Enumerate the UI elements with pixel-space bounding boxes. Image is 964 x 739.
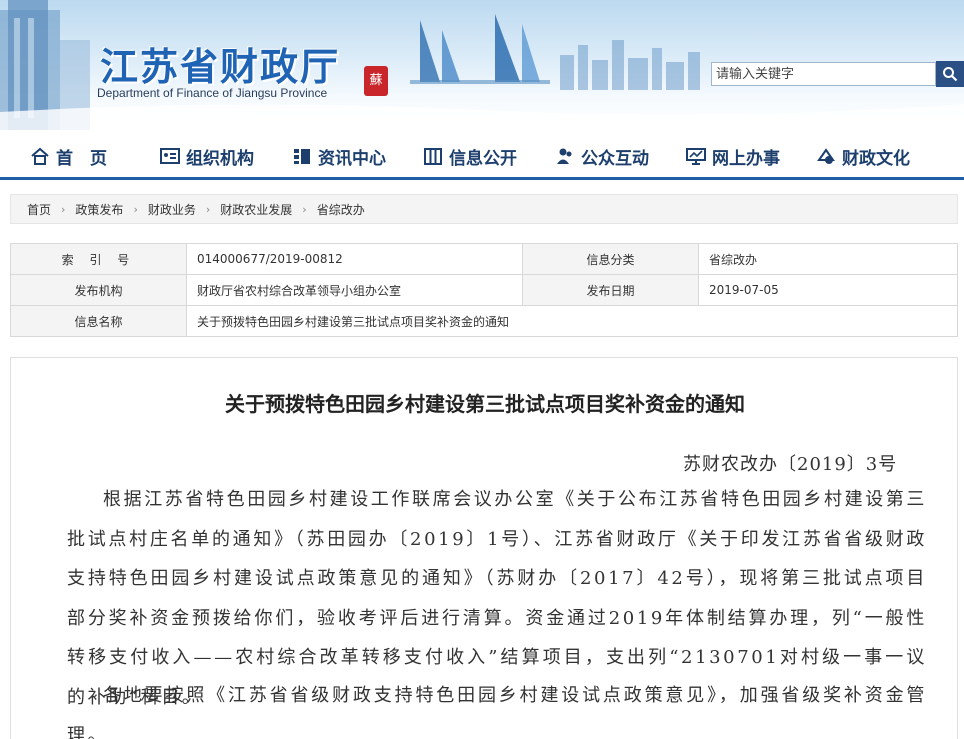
index-value: 014000677/2019-00812 [186, 243, 523, 275]
nav-item-news[interactable]: 资讯中心 [292, 144, 386, 169]
index-label: 索 引 号 [10, 243, 187, 275]
main-nav: 首 页 组织机构 资讯中心 信息公开 公众互动 网上办事 财政文化 [0, 130, 964, 180]
home-icon [31, 147, 49, 165]
nav-label: 公众互动 [581, 148, 649, 169]
monitor-icon [686, 148, 706, 165]
people-icon [557, 148, 572, 164]
chevron-right-icon: › [61, 202, 66, 216]
columns-icon [424, 148, 442, 165]
nav-label: 首 页 [56, 148, 107, 169]
nav-item-online-services[interactable]: 网上办事 [686, 144, 780, 169]
nav-label: 组织机构 [186, 148, 254, 169]
category-label: 信息分类 [522, 243, 699, 275]
chevron-right-icon: › [133, 202, 138, 216]
date-label: 发布日期 [522, 274, 699, 306]
search-button[interactable] [936, 61, 964, 87]
search-icon [943, 67, 958, 82]
breadcrumb: 首页 › 政策发布 › 财政业务 › 财政农业发展 › 省综改办 [10, 194, 958, 224]
document-info-table: 索 引 号 014000677/2019-00812 信息分类 省综改办 发布机… [10, 243, 958, 337]
nav-item-home[interactable]: 首 页 [30, 144, 107, 169]
site-banner: 江苏省财政厅 Department of Finance of Jiangsu … [0, 0, 964, 130]
breadcrumb-home[interactable]: 首页 [27, 201, 51, 218]
breadcrumb-finance-business[interactable]: 财政业务 [148, 201, 196, 218]
news-list-icon [294, 149, 310, 164]
name-value: 关于预拨特色田园乡村建设第三批试点项目奖补资金的通知 [186, 305, 958, 337]
category-value: 省综改办 [698, 243, 958, 275]
chevron-right-icon: › [205, 202, 211, 216]
date-value: 2019-07-05 [698, 274, 958, 306]
publisher-value: 财政厅省农村综合改革领导小组办公室 [186, 274, 523, 306]
nav-item-organization[interactable]: 组织机构 [160, 144, 254, 169]
chevron-right-icon: › [302, 202, 307, 216]
site-title: 江苏省财政厅 [100, 44, 341, 89]
nav-item-disclosure[interactable]: 信息公开 [423, 144, 517, 169]
seal-logo: 蘇 [364, 66, 388, 96]
org-card-icon [160, 148, 180, 164]
nav-label: 信息公开 [449, 148, 517, 169]
article-paragraph: 各地要按照《江苏省省级财政支持特色田园乡村建设试点政策意见》，加强省级奖补资金管… [67, 685, 927, 739]
search-input[interactable] [711, 62, 936, 86]
name-label: 信息名称 [10, 305, 187, 337]
table-row: 索 引 号 014000677/2019-00812 信息分类 省综改办 [10, 243, 958, 275]
nav-label: 财政文化 [842, 148, 910, 169]
nav-item-culture[interactable]: 财政文化 [816, 144, 910, 169]
table-row: 信息名称 关于预拨特色田园乡村建设第三批试点项目奖补资金的通知 [10, 305, 958, 337]
site-subtitle: Department of Finance of Jiangsu Provinc… [97, 86, 328, 100]
document-number: 苏财农改办〔2019〕3号 [683, 454, 898, 475]
publisher-label: 发布机构 [10, 274, 187, 306]
breadcrumb-agriculture[interactable]: 财政农业发展 [220, 201, 292, 218]
nav-item-interaction[interactable]: 公众互动 [555, 144, 649, 169]
table-row: 发布机构 财政厅省农村综合改革领导小组办公室 发布日期 2019-07-05 [10, 274, 958, 306]
article-title: 关于预拨特色田园乡村建设第三批试点项目奖补资金的通知 [225, 392, 745, 416]
nav-label: 网上办事 [712, 148, 780, 169]
nav-label: 资讯中心 [318, 148, 386, 169]
breadcrumb-reform-office[interactable]: 省综改办 [317, 201, 365, 218]
culture-icon [817, 148, 835, 164]
article-body: 关于预拨特色田园乡村建设第三批试点项目奖补资金的通知 苏财农改办〔2019〕3号… [10, 357, 958, 739]
breadcrumb-policy[interactable]: 政策发布 [75, 201, 123, 218]
